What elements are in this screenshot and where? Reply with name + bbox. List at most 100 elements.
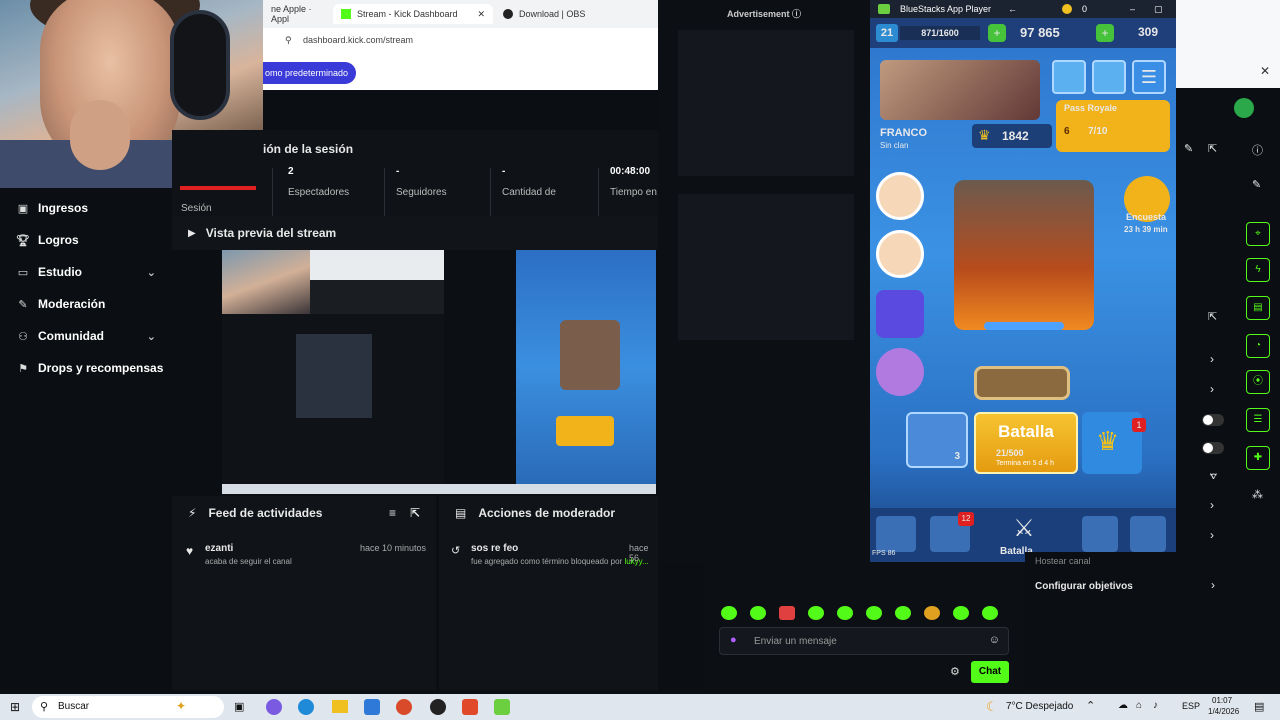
folder-icon[interactable] [332,700,348,713]
cards-tab[interactable]: 12 [930,512,974,552]
news-icon[interactable] [1092,60,1126,94]
clan-tab[interactable] [1082,516,1118,552]
task-view-icon[interactable]: ▣ [234,700,244,713]
popout-icon[interactable]: ⇱ [410,506,420,520]
character-icon[interactable] [876,230,924,278]
maximize-icon[interactable]: ▢ [1154,4,1163,15]
back-icon[interactable]: ← [1008,4,1017,14]
emote-icon[interactable] [953,606,969,620]
avatar[interactable] [1234,98,1254,118]
clock-time[interactable]: 01:07 [1212,696,1232,705]
sidebar-item-comunidad[interactable]: ⚇ Comunidad ⌄ [0,320,172,352]
close-icon[interactable]: ✕ [1260,64,1270,78]
events-tab[interactable] [1130,516,1166,552]
sidebar-item-drops[interactable]: ⚑ Drops y recompensas [0,352,172,384]
tab-kick-dashboard[interactable]: Stream - Kick Dashboard ✕ [333,4,493,24]
popout-icon[interactable]: ⇱ [1208,142,1217,155]
emote-icon[interactable] [808,606,824,620]
chest-icon[interactable] [876,348,924,396]
close-icon[interactable]: ✕ [477,9,485,20]
chevron-up-icon[interactable]: ⌃ [1086,699,1095,712]
chevron-right-icon[interactable]: › [1210,382,1214,396]
tab-apple[interactable]: ne Apple · Appl [263,4,333,24]
battle-button[interactable]: Batalla 21/500 Termina en 5 d 4 h [974,412,1078,474]
pass-royale-panel[interactable]: Pass Royale 6 7/10 [1056,100,1170,152]
notifications-icon[interactable]: ▤ [1254,700,1264,713]
popout-icon[interactable]: ⇱ [1208,310,1217,323]
edit-icon[interactable]: ✎ [1184,142,1193,155]
toggle-switch[interactable] [1202,442,1224,454]
chat-input[interactable]: ● Enviar un mensaje ☺ [719,627,1009,655]
tiers-button[interactable] [974,366,1070,400]
chat-send-button[interactable]: Chat [971,661,1009,683]
mail-icon[interactable] [364,699,380,715]
ad-slot[interactable] [678,30,854,176]
emote-icon[interactable] [866,606,882,620]
chevron-right-icon[interactable]: › [1211,578,1215,592]
ad-slot[interactable] [678,194,854,340]
cloud-icon[interactable]: ☁ [1118,700,1128,711]
chevron-right-icon[interactable]: › [1210,528,1214,542]
info-icon[interactable]: ⓘ [1252,142,1263,158]
events-button[interactable]: ♛ 1 [1082,412,1146,474]
host-label[interactable]: Hostear canal [1035,556,1091,566]
sidebar-item-estudio[interactable]: ▭ Estudio ⌄ [0,256,172,288]
edit-icon[interactable]: ✎ [1252,178,1261,191]
taskbar-search[interactable]: ⚲ Buscar ✦ [32,696,224,718]
chrome-icon[interactable] [396,699,412,715]
chevron-right-icon[interactable]: › [1210,352,1214,366]
copilot-icon[interactable] [266,699,282,715]
site-info-icon[interactable]: ⚲ [285,35,292,46]
weather-text[interactable]: 7°C Despejado [1006,701,1073,712]
emote-icon[interactable] [779,606,795,620]
apps-icon[interactable]: ⁂ [1252,488,1263,501]
chevron-right-icon[interactable]: › [1210,498,1214,512]
note-icon[interactable]: ▤ [1246,296,1270,320]
swords-icon[interactable]: ⚔ [994,514,1054,544]
minimize-icon[interactable]: – [1130,4,1135,14]
emote-icon[interactable] [924,606,940,620]
menu-icon[interactable]: ☰ [1132,60,1166,94]
set-default-button[interactable]: omo predeterminado [263,62,356,84]
emote-icon[interactable] [721,606,737,620]
settings-icon[interactable]: ⚙ [950,665,960,678]
emoji-icon[interactable]: ☺ [989,634,1000,646]
bluestacks-icon[interactable] [494,699,510,715]
chest-icon[interactable] [876,290,924,338]
stream-preview[interactable] [222,250,656,494]
emote-icon[interactable] [750,606,766,620]
wrench-icon[interactable]: ✚ [1246,446,1270,470]
add-icon[interactable]: + [988,24,1006,42]
character-icon[interactable] [876,172,924,220]
filter-icon[interactable]: ≡ [389,506,396,520]
sidebar-item-moderacion[interactable]: ✎ Moderación [0,288,172,320]
player-name[interactable]: FRANCO [880,127,927,139]
language-indicator[interactable]: ESP [1182,701,1200,711]
clock-date[interactable]: 1/4/2026 [1208,707,1239,716]
mic-icon[interactable]: ● [730,634,737,646]
brave-icon[interactable] [462,699,478,715]
goals-label[interactable]: Configurar objetivos [1035,581,1133,592]
network-icon[interactable]: ⌂ [1136,700,1142,711]
camera-icon[interactable]: ⌖ [1246,222,1270,246]
feed-user[interactable]: ezanti [205,543,233,554]
bolt-icon[interactable]: ϟ [1246,258,1270,282]
chart-icon[interactable]: ⦡ [1210,470,1217,483]
shop-tab[interactable] [876,516,916,552]
sidebar-item-ingresos[interactable]: ▣ Ingresos [0,192,172,224]
emote-icon[interactable] [837,606,853,620]
sidebar-item-logros[interactable]: 🏆︎ Logros [0,224,172,256]
toggle-switch[interactable] [1202,414,1224,426]
emote-icon[interactable] [895,606,911,620]
social-icon[interactable] [1052,60,1086,94]
volume-icon[interactable]: ♪ [1153,700,1158,711]
windows-start-icon[interactable]: ⊞ [10,700,20,714]
address-bar[interactable]: ⚲ dashboard.kick.com/stream [263,28,658,52]
chat-icon[interactable]: ◔ [1246,334,1270,358]
obs-icon[interactable] [430,699,446,715]
broadcast-icon[interactable]: ⦿ [1246,370,1270,394]
emote-icon[interactable] [982,606,998,620]
add-icon[interactable]: + [1096,24,1114,42]
tab-obs[interactable]: Download | OBS [495,4,635,24]
edge-icon[interactable] [298,699,314,715]
